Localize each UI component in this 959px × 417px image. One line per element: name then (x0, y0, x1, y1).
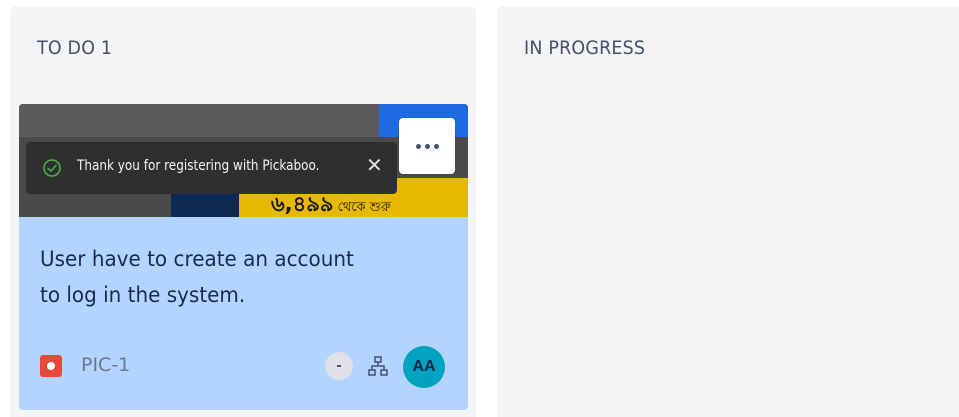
hierarchy-icon (368, 356, 388, 376)
check-circle-icon (43, 159, 61, 177)
column-title-in-progress: IN PROGRESS (524, 37, 646, 59)
more-icon-dot (424, 143, 430, 149)
card-more-button[interactable] (399, 118, 455, 174)
column-in-progress: IN PROGRESS (497, 6, 959, 417)
issue-key-link[interactable]: PIC-1 (81, 354, 130, 376)
column-title-todo: TO DO 1 (37, 37, 113, 59)
bug-icon (40, 355, 62, 377)
summary-line: User have to create an account (40, 247, 354, 271)
card-summary: User have to create an account to log in… (40, 241, 401, 313)
close-icon: ✕ (366, 155, 383, 177)
cover-price-value: ৬,৪৯৯ (271, 192, 334, 216)
issue-card[interactable]: ৬,৪৯৯ থেকে শুরু Thank you for registering… (19, 104, 468, 410)
story-point-estimate[interactable]: - (325, 352, 353, 380)
toast-message: Thank you for registering with Pickaboo. (77, 158, 320, 174)
kanban-board: TO DO 1 ৬,৪৯৯ থেকে শুরু Thank you for reg… (0, 0, 959, 417)
column-todo: TO DO 1 ৬,৪৯৯ থেকে শুরু Thank you for reg… (10, 6, 476, 417)
more-icon-dot (433, 143, 439, 149)
cover-toast: Thank you for registering with Pickaboo.… (26, 142, 397, 194)
summary-line: to log in the system. (40, 283, 246, 307)
more-icon (415, 143, 421, 149)
assignee-avatar[interactable]: AA (403, 346, 445, 388)
cover-price-suffix: থেকে শুরু (337, 200, 391, 215)
